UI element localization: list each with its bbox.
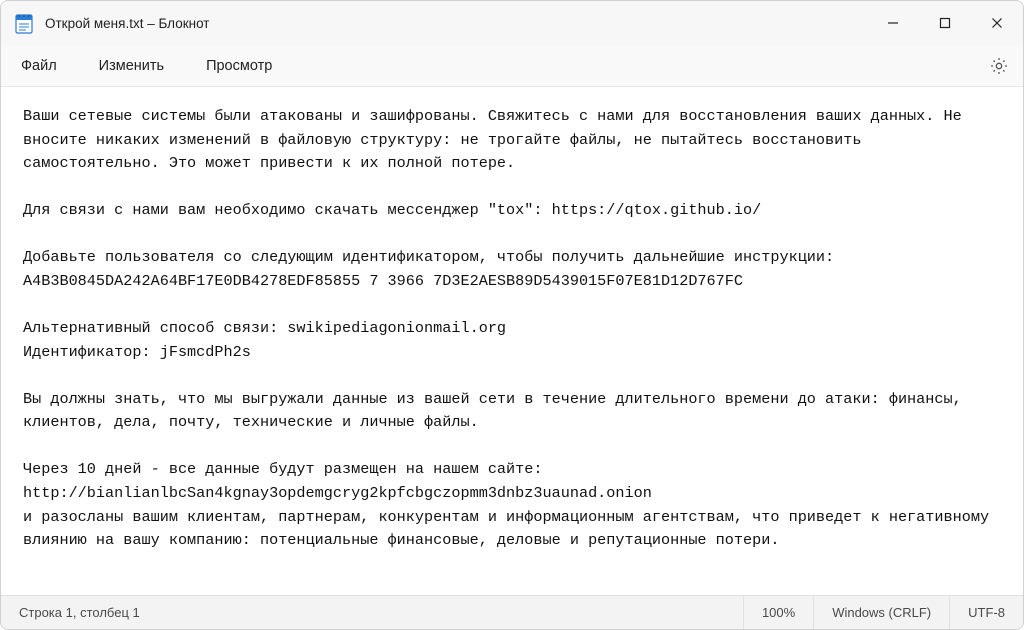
window-title: Открой меня.txt – Блокнот — [45, 16, 209, 31]
settings-button[interactable] — [989, 56, 1009, 76]
statusbar: Строка 1, столбец 1 100% Windows (CRLF) … — [1, 595, 1023, 629]
titlebar[interactable]: Открой меня.txt – Блокнот — [1, 1, 1023, 45]
window-controls — [867, 1, 1023, 45]
menubar: Файл Изменить Просмотр — [1, 45, 1023, 87]
menu-view[interactable]: Просмотр — [200, 52, 278, 80]
document-text[interactable]: Ваши сетевые системы были атакованы и за… — [23, 105, 1001, 553]
text-area[interactable]: Ваши сетевые системы были атакованы и за… — [1, 87, 1023, 595]
status-cursor-position: Строка 1, столбец 1 — [1, 596, 158, 629]
status-encoding: UTF-8 — [949, 596, 1023, 629]
notepad-window: Открой меня.txt – Блокнот Файл Изменить … — [0, 0, 1024, 630]
maximize-button[interactable] — [919, 1, 971, 45]
close-button[interactable] — [971, 1, 1023, 45]
notepad-icon — [15, 12, 33, 34]
status-zoom[interactable]: 100% — [743, 596, 813, 629]
menu-edit[interactable]: Изменить — [93, 52, 170, 80]
status-line-ending: Windows (CRLF) — [813, 596, 949, 629]
minimize-button[interactable] — [867, 1, 919, 45]
menu-file[interactable]: Файл — [15, 52, 63, 80]
